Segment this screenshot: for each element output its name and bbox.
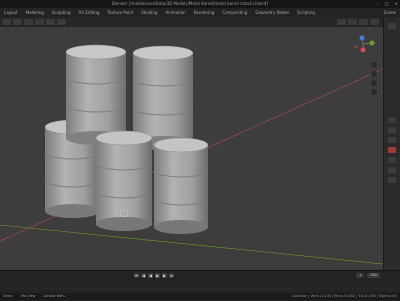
maximize-icon[interactable]: □ — [385, 0, 389, 8]
jump-start-button[interactable]: ⏮ — [134, 273, 139, 278]
workspace-menubar: Layout Modeling Sculpting UV Editing Tex… — [0, 8, 400, 17]
object-properties-tab[interactable] — [388, 147, 396, 153]
xray-toggle[interactable] — [348, 19, 357, 25]
viewport-canvas[interactable] — [0, 27, 383, 270]
shading-solid-button[interactable] — [359, 19, 368, 25]
next-keyframe-button[interactable]: ▶ — [162, 273, 167, 278]
workspace-tab-texture-paint[interactable]: Texture Paint — [107, 8, 133, 17]
3d-viewport[interactable] — [0, 27, 383, 270]
render-properties-tab[interactable] — [388, 127, 396, 133]
jump-end-button[interactable]: ⏭ — [169, 273, 174, 278]
play-button[interactable]: ▶ — [155, 273, 160, 278]
timeline-ruler[interactable] — [0, 282, 400, 290]
view-controls[interactable] — [371, 62, 377, 95]
barrel-front-right[interactable] — [153, 137, 209, 234]
overlay-toggle[interactable] — [337, 19, 346, 25]
outliner-tab[interactable] — [388, 23, 396, 29]
prev-keyframe-button[interactable]: ◀ — [141, 273, 146, 278]
properties-sidebar — [383, 17, 400, 270]
status-hint-select: Select — [3, 294, 13, 298]
status-bar: Select Pan View Context Menu Collection … — [0, 293, 400, 300]
view-menu[interactable] — [24, 19, 33, 25]
workspace-tab-animation[interactable]: Animation — [165, 8, 185, 17]
status-hint-pan: Pan View — [20, 294, 36, 298]
workspace-tab-uv-editing[interactable]: UV Editing — [79, 8, 100, 17]
scene-selector[interactable]: Scene — [384, 8, 396, 17]
output-properties-tab[interactable] — [388, 137, 396, 143]
scene-statistics: Collection | Verts:10,148 | Faces:10,080… — [291, 294, 397, 298]
object-menu[interactable] — [57, 19, 66, 25]
barrel-top-left[interactable] — [65, 44, 127, 145]
close-icon[interactable]: × — [395, 0, 398, 8]
shading-material-button[interactable] — [370, 19, 379, 25]
workspace-tab-scripting[interactable]: Scripting — [297, 8, 315, 17]
workspace-tab-compositing[interactable]: Compositing — [222, 8, 247, 17]
workspace-tab-modeling[interactable]: Modeling — [26, 8, 44, 17]
window-title: Blender [/media/user/Data/3D Models/Meta… — [112, 1, 268, 6]
workspace-tab-layout[interactable]: Layout — [4, 8, 18, 17]
end-frame-field[interactable]: 250 — [367, 273, 380, 278]
tool-properties-tab[interactable] — [388, 117, 396, 123]
editor-type-button[interactable] — [2, 19, 11, 25]
navigation-gizmo[interactable] — [354, 35, 375, 53]
status-hint-context: Context Menu — [43, 294, 66, 298]
material-properties-tab[interactable] — [388, 167, 396, 173]
modifier-properties-tab[interactable] — [388, 157, 396, 163]
minimize-icon[interactable]: – — [377, 0, 379, 8]
play-reverse-button[interactable]: ◀ — [148, 273, 153, 278]
select-menu[interactable] — [35, 19, 44, 25]
workspace-tab-rendering[interactable]: Rendering — [194, 8, 214, 17]
start-frame-field[interactable]: 1 — [356, 273, 365, 278]
barrel-front-middle[interactable] — [95, 130, 153, 231]
workspace-tab-sculpting[interactable]: Sculpting — [52, 8, 71, 17]
window-titlebar: Blender [/media/user/Data/3D Models/Meta… — [0, 0, 400, 8]
window-controls[interactable]: – □ × — [377, 0, 398, 8]
mode-selector[interactable] — [13, 19, 22, 25]
workspace-tab-geometry-nodes[interactable]: Geometry Nodes — [255, 8, 289, 17]
add-menu[interactable] — [46, 19, 55, 25]
workspace-tab-shading[interactable]: Shading — [141, 8, 157, 17]
world-properties-tab[interactable] — [388, 177, 396, 183]
playback-controls: ⏮ ◀ ◀ ▶ ▶ ⏭ 1 250 — [0, 271, 400, 281]
